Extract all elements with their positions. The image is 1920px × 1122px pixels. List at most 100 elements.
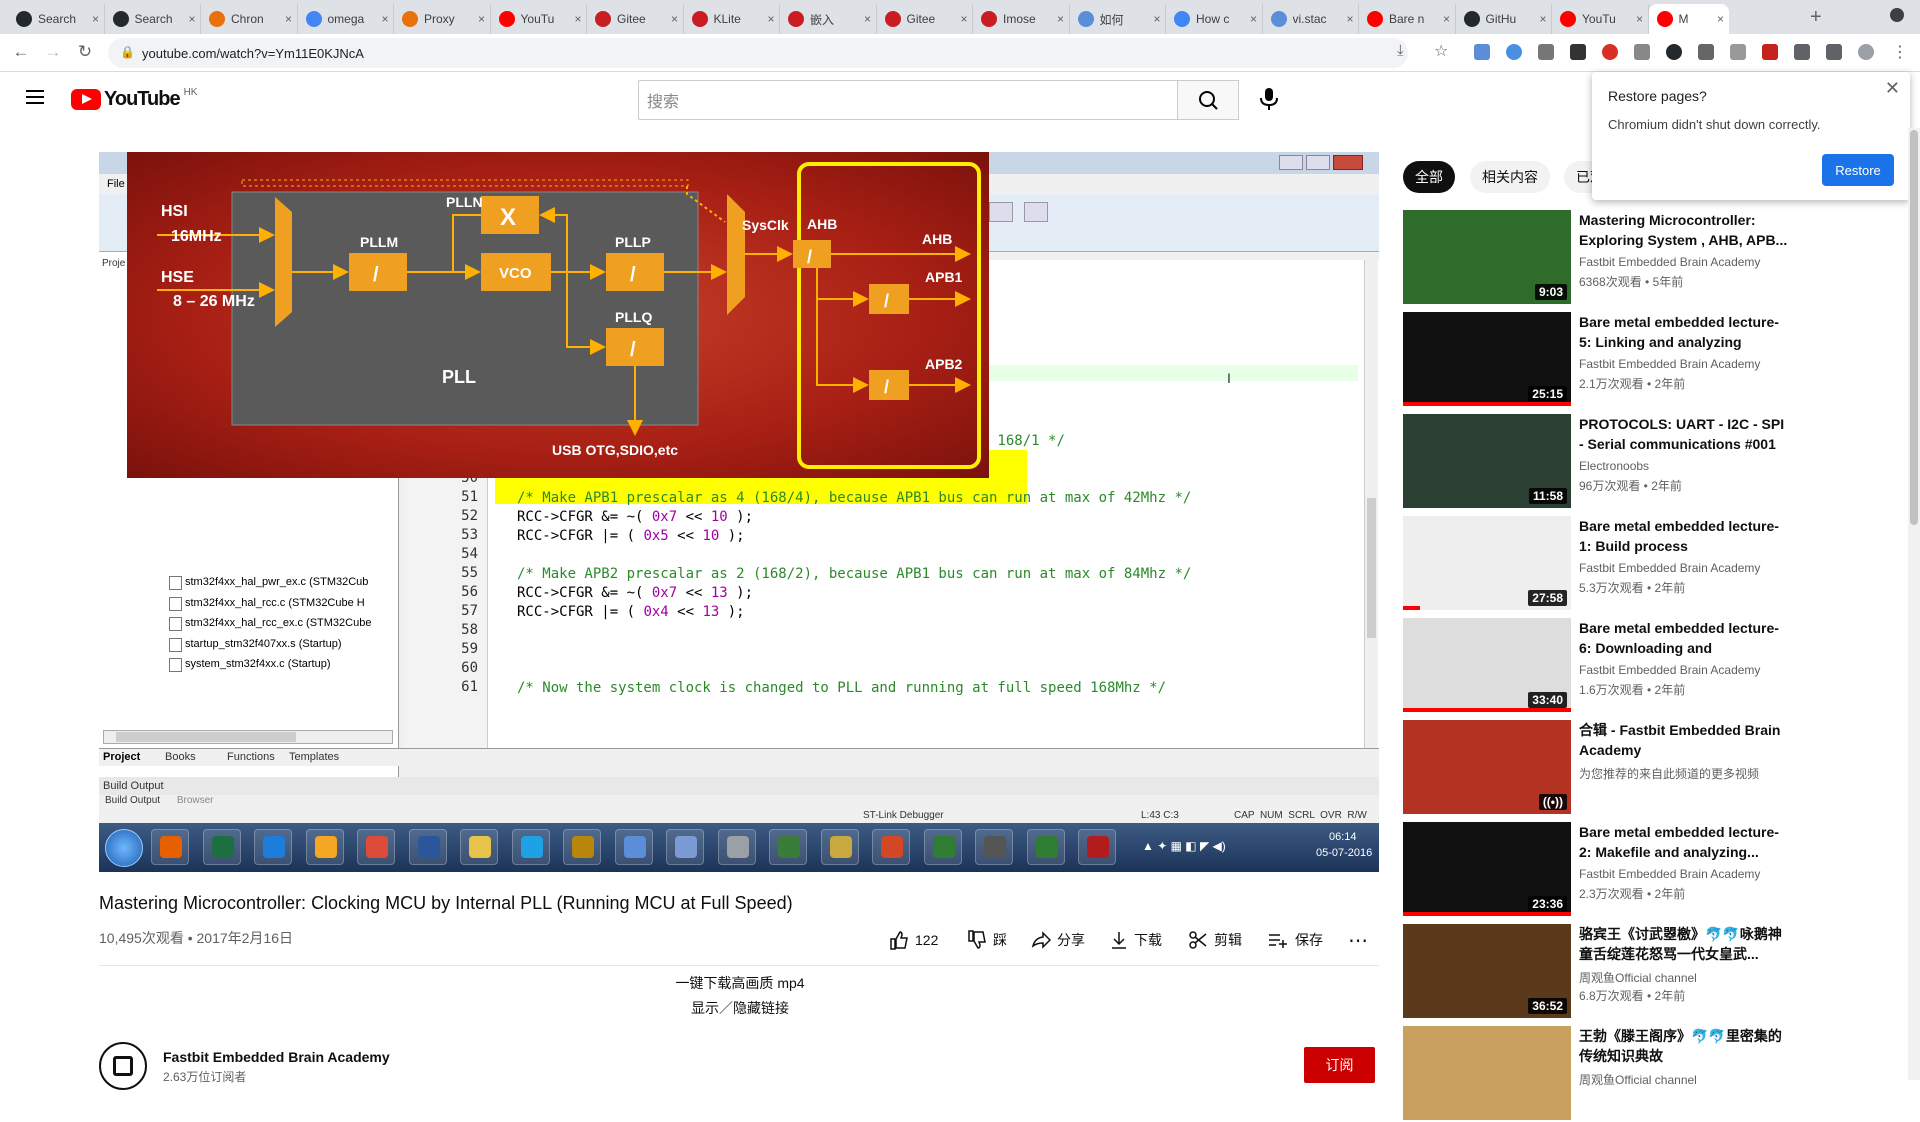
- forward-icon[interactable]: →: [42, 42, 64, 62]
- description-line-2[interactable]: 显示／隐藏链接: [580, 998, 900, 1018]
- download-button[interactable]: 下载: [1110, 928, 1162, 952]
- recommendation-item[interactable]: 23:36 Bare metal embedded lecture-2: Make…: [1403, 822, 1903, 918]
- browser-tab[interactable]: How c ×: [1166, 4, 1263, 34]
- recommendation-channel[interactable]: Fastbit Embedded Brain Academy: [1579, 561, 1760, 575]
- restore-button[interactable]: Restore: [1822, 154, 1894, 186]
- extension-icon[interactable]: [1602, 44, 1618, 60]
- recommendation-item[interactable]: 11:58 PROTOCOLS: UART - I2C - SPI - Seria…: [1403, 414, 1903, 510]
- browser-tab[interactable]: 如何 ×: [1070, 4, 1166, 34]
- extension-icon[interactable]: [1570, 44, 1586, 60]
- github-extension-icon[interactable]: [1666, 44, 1682, 60]
- extension-icon[interactable]: [1538, 44, 1554, 60]
- filter-chip[interactable]: 全部: [1403, 161, 1455, 193]
- puzzle-icon[interactable]: [1794, 44, 1810, 60]
- save-button[interactable]: 保存: [1267, 928, 1323, 952]
- browser-tab[interactable]: M ×: [1648, 4, 1729, 34]
- video-thumbnail[interactable]: 27:58: [1403, 516, 1571, 610]
- extension-icon[interactable]: [1474, 44, 1490, 60]
- search-input[interactable]: 搜索: [638, 80, 1178, 120]
- kebab-menu-icon[interactable]: ⋮: [1892, 42, 1908, 62]
- browser-tab[interactable]: Gitee ×: [877, 4, 973, 34]
- recommendation-title[interactable]: 骆宾王《讨武曌檄》🐬🐬咏鹅神童舌绽莲花怒骂一代女皇武...: [1579, 924, 1789, 964]
- reload-icon[interactable]: ↻: [74, 42, 96, 62]
- dislike-button[interactable]: 踩: [967, 928, 1007, 952]
- recommendation-item[interactable]: 36:52 骆宾王《讨武曌檄》🐬🐬咏鹅神童舌绽莲花怒骂一代女皇武... 周观鱼Off…: [1403, 924, 1903, 1020]
- extension-icon[interactable]: [1634, 44, 1650, 60]
- recommendation-item[interactable]: 33:40 Bare metal embedded lecture-6: Down…: [1403, 618, 1903, 714]
- tab-search-icon[interactable]: [1890, 8, 1904, 22]
- recommendation-title[interactable]: 合辑 - Fastbit Embedded Brain Academy: [1579, 720, 1789, 760]
- browser-tab[interactable]: omega ×: [298, 4, 394, 34]
- close-icon[interactable]: ×: [956, 12, 972, 26]
- video-thumbnail[interactable]: 11:58: [1403, 414, 1571, 508]
- address-bar[interactable]: 🔒 youtube.com/watch?v=Ym11E0KJNcA: [108, 38, 1408, 68]
- close-icon[interactable]: ✕: [1885, 78, 1900, 99]
- recommendation-title[interactable]: Mastering Microcontroller: Exploring Sys…: [1579, 210, 1789, 250]
- recommendation-channel[interactable]: Fastbit Embedded Brain Academy: [1579, 867, 1760, 881]
- clip-button[interactable]: 剪辑: [1188, 928, 1242, 952]
- recommendation-item[interactable]: 25:15 Bare metal embedded lecture-5: Link…: [1403, 312, 1903, 408]
- close-icon[interactable]: ×: [184, 12, 200, 26]
- page-scrollbar-thumb[interactable]: [1910, 130, 1918, 525]
- extension-icon[interactable]: [1730, 44, 1746, 60]
- video-thumbnail[interactable]: 23:36: [1403, 822, 1571, 916]
- close-icon[interactable]: ×: [1535, 12, 1551, 26]
- browser-tab[interactable]: GitHu ×: [1456, 4, 1552, 34]
- browser-tab[interactable]: Search ×: [8, 4, 105, 34]
- close-icon[interactable]: ×: [377, 12, 393, 26]
- browser-tab[interactable]: Gitee ×: [587, 4, 684, 34]
- browser-tab[interactable]: Proxy ×: [394, 4, 491, 34]
- browser-tab[interactable]: Chron ×: [201, 4, 298, 34]
- install-icon[interactable]: ⤓: [1397, 42, 1404, 59]
- recommendation-title[interactable]: Bare metal embedded lecture-2: Makefile …: [1579, 822, 1789, 862]
- recommendation-channel[interactable]: 周观鱼Official channel: [1579, 969, 1697, 986]
- close-icon[interactable]: ×: [1246, 12, 1262, 26]
- browser-tab[interactable]: YouTu ×: [1552, 4, 1649, 34]
- bookmark-star-icon[interactable]: ☆: [1434, 41, 1448, 61]
- browser-tab[interactable]: Bare n ×: [1359, 4, 1456, 34]
- description-line-1[interactable]: 一键下载高画质 mp4: [580, 973, 900, 993]
- browser-tab[interactable]: KLite ×: [684, 4, 780, 34]
- channel-name[interactable]: Fastbit Embedded Brain Academy: [163, 1049, 390, 1065]
- recommendation-channel[interactable]: Fastbit Embedded Brain Academy: [1579, 663, 1760, 677]
- close-icon[interactable]: ×: [667, 12, 683, 26]
- browser-tab[interactable]: 嵌入 ×: [780, 4, 877, 34]
- subscribe-button[interactable]: 订阅: [1304, 1047, 1375, 1083]
- recommendation-item[interactable]: 9:03 Mastering Microcontroller: Exploring…: [1403, 210, 1903, 306]
- browser-tab[interactable]: Imose ×: [973, 4, 1070, 34]
- profile-icon[interactable]: [1858, 44, 1874, 60]
- close-icon[interactable]: ×: [860, 12, 876, 26]
- share-button[interactable]: 分享: [1031, 928, 1085, 952]
- recommendation-title[interactable]: Bare metal embedded lecture-6: Downloadi…: [1579, 618, 1789, 658]
- extension-icon[interactable]: [1698, 44, 1714, 60]
- close-icon[interactable]: ×: [1439, 12, 1455, 26]
- browser-tab[interactable]: vi.stac ×: [1263, 4, 1359, 34]
- search-button[interactable]: [1177, 80, 1239, 120]
- recommendation-title[interactable]: Bare metal embedded lecture-1: Build pro…: [1579, 516, 1789, 556]
- close-icon[interactable]: ×: [763, 12, 779, 26]
- recommendation-title[interactable]: Bare metal embedded lecture-5: Linking a…: [1579, 312, 1789, 352]
- video-thumbnail[interactable]: 9:03: [1403, 210, 1571, 304]
- new-tab-icon[interactable]: +: [1810, 6, 1822, 29]
- like-button[interactable]: 122: [889, 928, 938, 952]
- recommendation-item[interactable]: 27:58 Bare metal embedded lecture-1: Buil…: [1403, 516, 1903, 612]
- close-icon[interactable]: ×: [1149, 12, 1165, 26]
- recommendation-channel[interactable]: 为您推荐的来自此频道的更多视频: [1579, 765, 1759, 782]
- close-icon[interactable]: ×: [1342, 12, 1358, 26]
- recommendation-title[interactable]: PROTOCOLS: UART - I2C - SPI - Serial com…: [1579, 414, 1789, 454]
- hamburger-menu-icon[interactable]: [26, 90, 44, 104]
- video-thumbnail[interactable]: [1403, 1026, 1571, 1120]
- recommendation-channel[interactable]: Electronoobs: [1579, 459, 1649, 473]
- back-icon[interactable]: ←: [10, 42, 32, 62]
- youtube-logo[interactable]: YouTube HK: [71, 87, 197, 111]
- close-icon[interactable]: ×: [281, 12, 297, 26]
- recommendation-item[interactable]: 王勃《滕王阁序》🐬🐬里密集的传统知识典故 周观鱼Official channel: [1403, 1026, 1903, 1122]
- extension-icon[interactable]: [1762, 44, 1778, 60]
- extension-icon[interactable]: [1506, 44, 1522, 60]
- video-thumbnail[interactable]: 25:15: [1403, 312, 1571, 406]
- video-player[interactable]: File Proje stm32f4xx_hal_pwr_ex.c (STM32…: [99, 152, 1379, 872]
- close-icon[interactable]: ×: [1053, 12, 1069, 26]
- close-icon[interactable]: ×: [474, 12, 490, 26]
- close-icon[interactable]: ×: [1632, 12, 1648, 26]
- reading-list-icon[interactable]: [1826, 44, 1842, 60]
